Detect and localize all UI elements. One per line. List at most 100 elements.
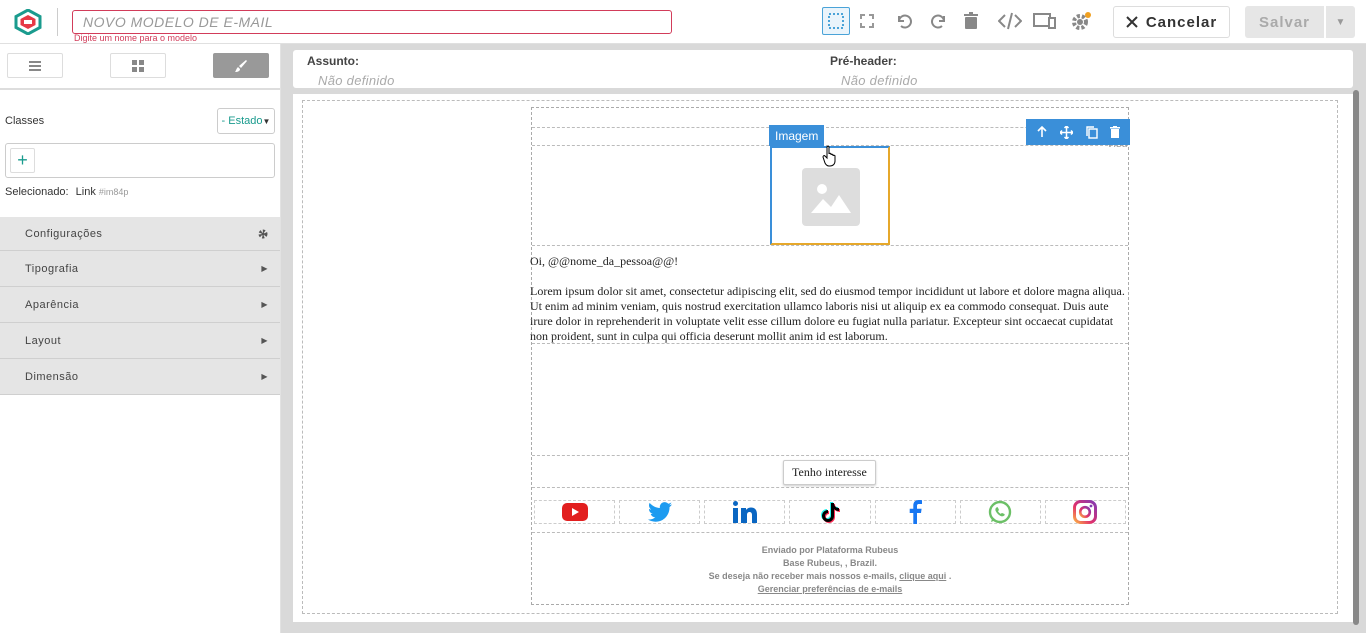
social-cell[interactable]	[789, 500, 871, 524]
divider	[57, 8, 58, 36]
whatsapp-icon	[989, 500, 1012, 524]
section-label: Layout	[25, 334, 62, 347]
image-badge: Imagem	[769, 125, 825, 146]
email-text[interactable]: Oi, @@nome_da_pessoa@@! Lorem ipsum dolo…	[530, 254, 1128, 344]
tab-layers[interactable]	[7, 53, 63, 78]
classes-box[interactable]: +	[5, 143, 275, 178]
select-parent-icon[interactable]	[1036, 126, 1048, 138]
save-label: Salvar	[1258, 13, 1311, 31]
style-sections: Configurações Tipografia ▶ Aparência ▶ L…	[0, 217, 280, 395]
undo-button[interactable]	[890, 7, 918, 35]
classes-label: Classes	[5, 115, 45, 127]
fullscreen-button[interactable]	[853, 7, 881, 35]
chevron-right-icon: ▶	[261, 372, 268, 381]
component-toolbar	[1026, 119, 1130, 145]
row-spacer[interactable]	[532, 344, 1128, 456]
email-frame: Visu Imagem	[293, 94, 1353, 622]
social-cell[interactable]	[619, 500, 701, 524]
instagram-icon	[1073, 500, 1098, 524]
manage-preferences-link[interactable]: Gerenciar preferências de e-mails	[532, 583, 1128, 596]
youtube-icon	[561, 503, 588, 521]
add-class-button[interactable]: +	[10, 148, 35, 173]
section-aparencia[interactable]: Aparência ▶	[0, 287, 280, 323]
greeting: Oi, @@nome_da_pessoa@@!	[530, 254, 679, 268]
style-sidebar: Classes - Estado ▼ + Selecionado: Link #i…	[0, 44, 281, 633]
brush-icon	[235, 59, 247, 72]
settings-button[interactable]	[1067, 7, 1095, 35]
selected-info: Selecionado: Link #im84p	[5, 186, 128, 198]
hand-cursor-icon	[822, 145, 836, 167]
preheader-value[interactable]: Não definido	[841, 73, 918, 88]
bars-icon	[29, 60, 41, 71]
tab-style[interactable]	[213, 53, 269, 78]
subject-bar: Assunto: Não definido Pré-header: Não de…	[293, 50, 1353, 88]
cta-button[interactable]: Tenho interesse	[783, 460, 876, 485]
unsubscribe-link[interactable]: clique aqui	[899, 571, 946, 581]
plus-icon: +	[17, 150, 28, 170]
section-label: Dimensão	[25, 370, 79, 383]
body-paragraph: Lorem ipsum dolor sit amet, consectetur …	[530, 284, 1125, 343]
redo-button[interactable]	[925, 7, 953, 35]
name-hint: Digite um nome para o modelo	[74, 33, 198, 43]
trash-icon	[964, 12, 978, 29]
grid-icon	[132, 59, 144, 72]
caret-down-icon: ▼	[262, 116, 271, 126]
section-label: Tipografia	[25, 262, 79, 275]
image-placeholder-icon	[802, 168, 860, 226]
selected-label: Selecionado:	[5, 186, 69, 198]
redo-icon	[931, 14, 945, 29]
show-borders-button[interactable]	[822, 7, 850, 35]
trash-icon[interactable]	[1109, 126, 1120, 138]
save-button[interactable]: Salvar	[1245, 6, 1324, 38]
footer-sender: Enviado por Plataforma Rubeus	[761, 545, 899, 555]
editor-canvas: Assunto: Não definido Pré-header: Não de…	[281, 44, 1366, 633]
undo-icon	[898, 14, 912, 29]
move-icon[interactable]	[1060, 125, 1074, 139]
footer-address: Base Rubeus, , Brazil.	[782, 558, 878, 568]
footer-unsubscribe: Se deseja não receber mais nossos e-mail…	[532, 570, 1128, 583]
chevron-right-icon: ▶	[261, 336, 268, 345]
copy-icon[interactable]	[1085, 125, 1098, 139]
save-options-dropdown[interactable]: ▼	[1325, 6, 1355, 38]
top-toolbar: Digite um nome para o modelo Cancelar Sa…	[0, 0, 1366, 44]
selected-id: #im84p	[98, 187, 129, 197]
chevron-right-icon: ▶	[261, 264, 268, 273]
social-icons	[532, 500, 1128, 524]
social-cell[interactable]	[704, 500, 786, 524]
rubeus-logo	[14, 9, 42, 35]
code-button[interactable]	[996, 7, 1024, 35]
wrapper: Visu Imagem	[302, 100, 1338, 614]
section-tipografia[interactable]: Tipografia ▶	[0, 251, 280, 287]
footer-dot: .	[948, 571, 952, 581]
email-body: Visu Imagem	[530, 107, 1130, 605]
section-layout[interactable]: Layout ▶	[0, 323, 280, 359]
cancel-label: Cancelar	[1145, 13, 1218, 31]
caret-down-icon: ▼	[1335, 16, 1346, 28]
scrollbar[interactable]	[1353, 90, 1359, 625]
responsive-preview-button[interactable]	[1031, 7, 1059, 35]
social-cell[interactable]	[534, 500, 616, 524]
tiktok-icon	[820, 502, 840, 523]
state-label: - Estado	[221, 115, 263, 127]
gear-icon	[258, 229, 268, 238]
delete-button[interactable]	[957, 7, 985, 35]
subject-value[interactable]: Não definido	[318, 73, 395, 88]
code-icon	[998, 12, 1022, 30]
section-label: Aparência	[25, 298, 80, 311]
gear-icon	[1072, 12, 1091, 30]
social-cell[interactable]	[959, 500, 1041, 524]
chevron-right-icon: ▶	[261, 300, 268, 309]
linkedin-icon	[732, 501, 757, 523]
twitter-icon	[647, 502, 672, 522]
section-dimensao[interactable]: Dimensão ▶	[0, 359, 280, 395]
cancel-button[interactable]: Cancelar	[1113, 6, 1230, 38]
section-configuracoes[interactable]: Configurações	[0, 217, 280, 251]
template-name-input[interactable]	[72, 10, 672, 34]
devices-icon	[1033, 13, 1056, 29]
state-select[interactable]: - Estado ▼	[217, 108, 275, 134]
preheader-label: Pré-header:	[830, 54, 897, 68]
social-cell[interactable]	[874, 500, 956, 524]
unsubscribe-text: Se deseja não receber mais nossos e-mail…	[708, 571, 897, 581]
tab-blocks[interactable]	[110, 53, 166, 78]
social-cell[interactable]	[1044, 500, 1126, 524]
